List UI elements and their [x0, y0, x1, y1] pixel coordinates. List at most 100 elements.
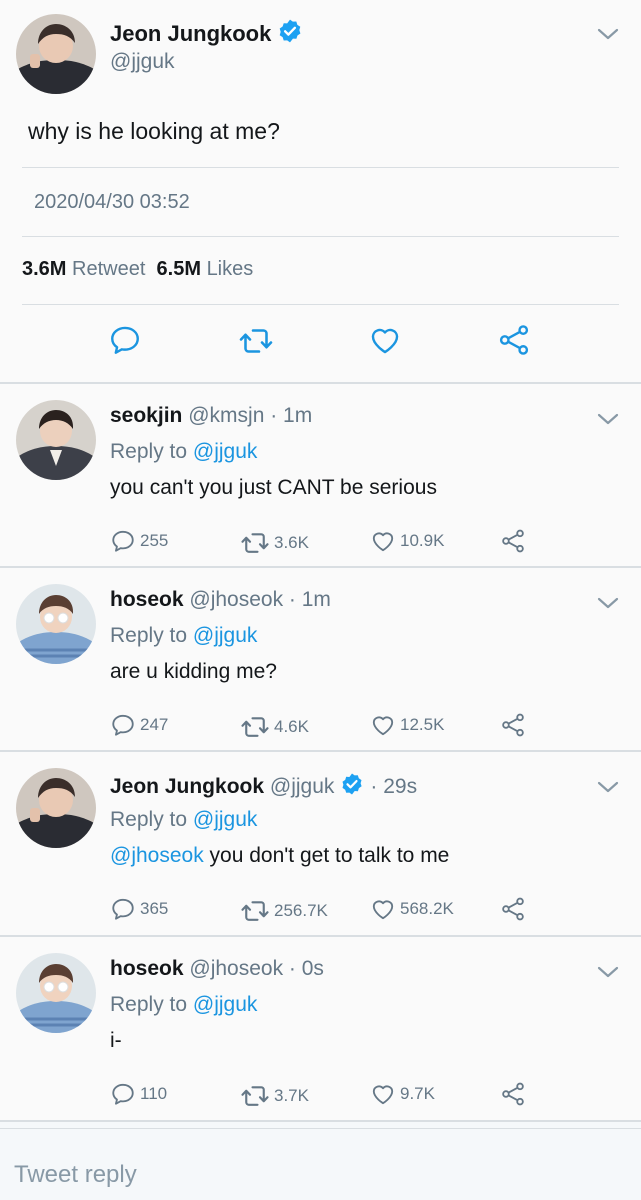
- reply-author-name[interactable]: hoseok: [110, 957, 184, 980]
- reply-button[interactable]: 255: [110, 528, 168, 554]
- reply-time: · 1m: [270, 404, 313, 427]
- like-button[interactable]: 568.2K: [370, 896, 454, 922]
- reply-to-mention[interactable]: @jjguk: [193, 993, 258, 1016]
- retweet-count: 256.7K: [274, 901, 328, 920]
- author-name[interactable]: Jeon Jungkook: [110, 18, 303, 50]
- like-icon[interactable]: [368, 323, 402, 362]
- retweet-icon: [240, 896, 270, 926]
- reply-tweet[interactable]: seokjin @kmsjn · 1m Reply to @jjguk you …: [0, 384, 641, 566]
- reply-author-handle[interactable]: @jhoseok: [189, 588, 283, 611]
- divider: [22, 304, 619, 305]
- tweet-stats: 3.6M Retweet 6.5M Likes: [22, 258, 253, 281]
- like-icon: [370, 528, 396, 554]
- reply-time: · 1m: [288, 588, 331, 611]
- retweet-button[interactable]: 256.7K: [240, 896, 328, 926]
- reply-header: seokjin @kmsjn · 1m: [110, 404, 312, 428]
- avatar-hoseok-image: [16, 584, 96, 664]
- retweet-button[interactable]: 3.7K: [240, 1081, 309, 1111]
- retweet-button[interactable]: 3.6K: [240, 528, 309, 558]
- retweet-count[interactable]: 3.6M Retweet: [22, 258, 145, 280]
- like-count[interactable]: 6.5M Likes: [157, 258, 254, 280]
- avatar-seokjin-image: [16, 400, 96, 480]
- reply-count: 110: [140, 1084, 168, 1103]
- reply-actions: 255 3.6K 10.9K: [0, 528, 641, 558]
- reply-button[interactable]: 247: [110, 712, 168, 738]
- avatar[interactable]: [16, 768, 96, 848]
- reply-author-handle[interactable]: @kmsjn: [188, 404, 264, 427]
- reply-text-mention[interactable]: @jhoseok: [110, 844, 204, 867]
- like-button[interactable]: 12.5K: [370, 712, 444, 738]
- avatar-jungkook-image: [16, 14, 96, 94]
- reply-to-mention[interactable]: @jjguk: [193, 808, 258, 831]
- reply-author-name[interactable]: Jeon Jungkook: [110, 775, 264, 798]
- like-count-label: Likes: [206, 258, 254, 280]
- reply-to-label: Reply to: [110, 808, 188, 831]
- reply-text-body: i-: [110, 1029, 122, 1052]
- chevron-down-icon[interactable]: [597, 412, 619, 426]
- share-button[interactable]: [500, 1081, 526, 1107]
- reply-icon[interactable]: [108, 323, 142, 362]
- like-count-value: 6.5M: [156, 258, 201, 280]
- share-button[interactable]: [500, 528, 526, 554]
- retweet-count-label: Retweet: [72, 258, 146, 280]
- avatar[interactable]: [16, 953, 96, 1033]
- retweet-icon: [240, 1081, 270, 1111]
- retweet-button[interactable]: 4.6K: [240, 712, 309, 742]
- reply-tweet[interactable]: hoseok @jhoseok · 1m Reply to @jjguk are…: [0, 568, 641, 750]
- avatar[interactable]: [16, 14, 96, 94]
- reply-count: 365: [140, 899, 169, 918]
- main-tweet-actions: [0, 323, 641, 363]
- tweet-text: why is he looking at me?: [28, 118, 280, 144]
- reply-button[interactable]: 365: [110, 896, 168, 922]
- reply-to-label: Reply to: [110, 993, 188, 1016]
- retweet-count-value: 3.6M: [22, 258, 67, 280]
- reply-button[interactable]: 110: [110, 1081, 167, 1107]
- share-icon: [500, 712, 526, 738]
- reply-time: · 29s: [370, 775, 418, 798]
- reply-actions: 365 256.7K 568.2K: [0, 896, 641, 926]
- reply-author-name[interactable]: hoseok: [110, 588, 184, 611]
- reply-tweet[interactable]: hoseok @jhoseok · 0s Reply to @jjguk i- …: [0, 937, 641, 1120]
- reply-to-label: Reply to: [110, 624, 188, 647]
- reply-icon: [110, 896, 136, 922]
- chevron-down-icon[interactable]: [597, 965, 619, 979]
- like-button[interactable]: 9.7K: [370, 1081, 435, 1107]
- reply-actions: 110 3.7K 9.7K: [0, 1081, 641, 1111]
- reply-author-handle[interactable]: @jjguk: [270, 775, 335, 798]
- reply-to-mention[interactable]: @jjguk: [193, 624, 258, 647]
- retweet-icon[interactable]: [238, 323, 274, 364]
- chevron-down-icon[interactable]: [597, 596, 619, 610]
- reply-to-mention[interactable]: @jjguk: [193, 440, 258, 463]
- retweet-count: 3.6K: [274, 533, 309, 552]
- chevron-down-icon[interactable]: [597, 780, 619, 794]
- reply-tweet[interactable]: Jeon Jungkook @jjguk · 29s Reply to @jjgu…: [0, 752, 641, 935]
- share-button[interactable]: [500, 896, 526, 922]
- avatar[interactable]: [16, 584, 96, 664]
- avatar[interactable]: [16, 400, 96, 480]
- like-count: 10.9K: [400, 531, 445, 550]
- like-icon: [370, 712, 396, 738]
- main-tweet: Jeon Jungkook @jjguk why is he looking a…: [0, 0, 641, 382]
- reply-icon: [110, 528, 136, 554]
- reply-header: hoseok @jhoseok · 1m: [110, 588, 331, 612]
- reply-to-label: Reply to: [110, 440, 188, 463]
- reply-author-handle[interactable]: @jhoseok: [189, 957, 283, 980]
- reply-text-body: are u kidding me?: [110, 660, 277, 683]
- tweet-reply-input[interactable]: Tweet reply: [14, 1161, 137, 1189]
- like-button[interactable]: 10.9K: [370, 528, 444, 554]
- avatar-hoseok-image: [16, 953, 96, 1033]
- reply-to-line: Reply to @jjguk: [110, 440, 257, 464]
- reply-icon: [110, 712, 136, 738]
- reply-author-name[interactable]: seokjin: [110, 404, 182, 427]
- reply-text: are u kidding me?: [110, 660, 277, 684]
- reply-text: you can't you just CANT be serious: [110, 476, 437, 500]
- chevron-down-icon[interactable]: [597, 27, 619, 41]
- share-icon: [500, 896, 526, 922]
- tweet-reply-bar: Tweet reply: [0, 1130, 641, 1200]
- author-handle[interactable]: @jjguk: [110, 50, 175, 74]
- share-icon[interactable]: [497, 323, 531, 362]
- reply-icon: [110, 1081, 136, 1107]
- share-icon: [500, 528, 526, 554]
- share-button[interactable]: [500, 712, 526, 738]
- share-icon: [500, 1081, 526, 1107]
